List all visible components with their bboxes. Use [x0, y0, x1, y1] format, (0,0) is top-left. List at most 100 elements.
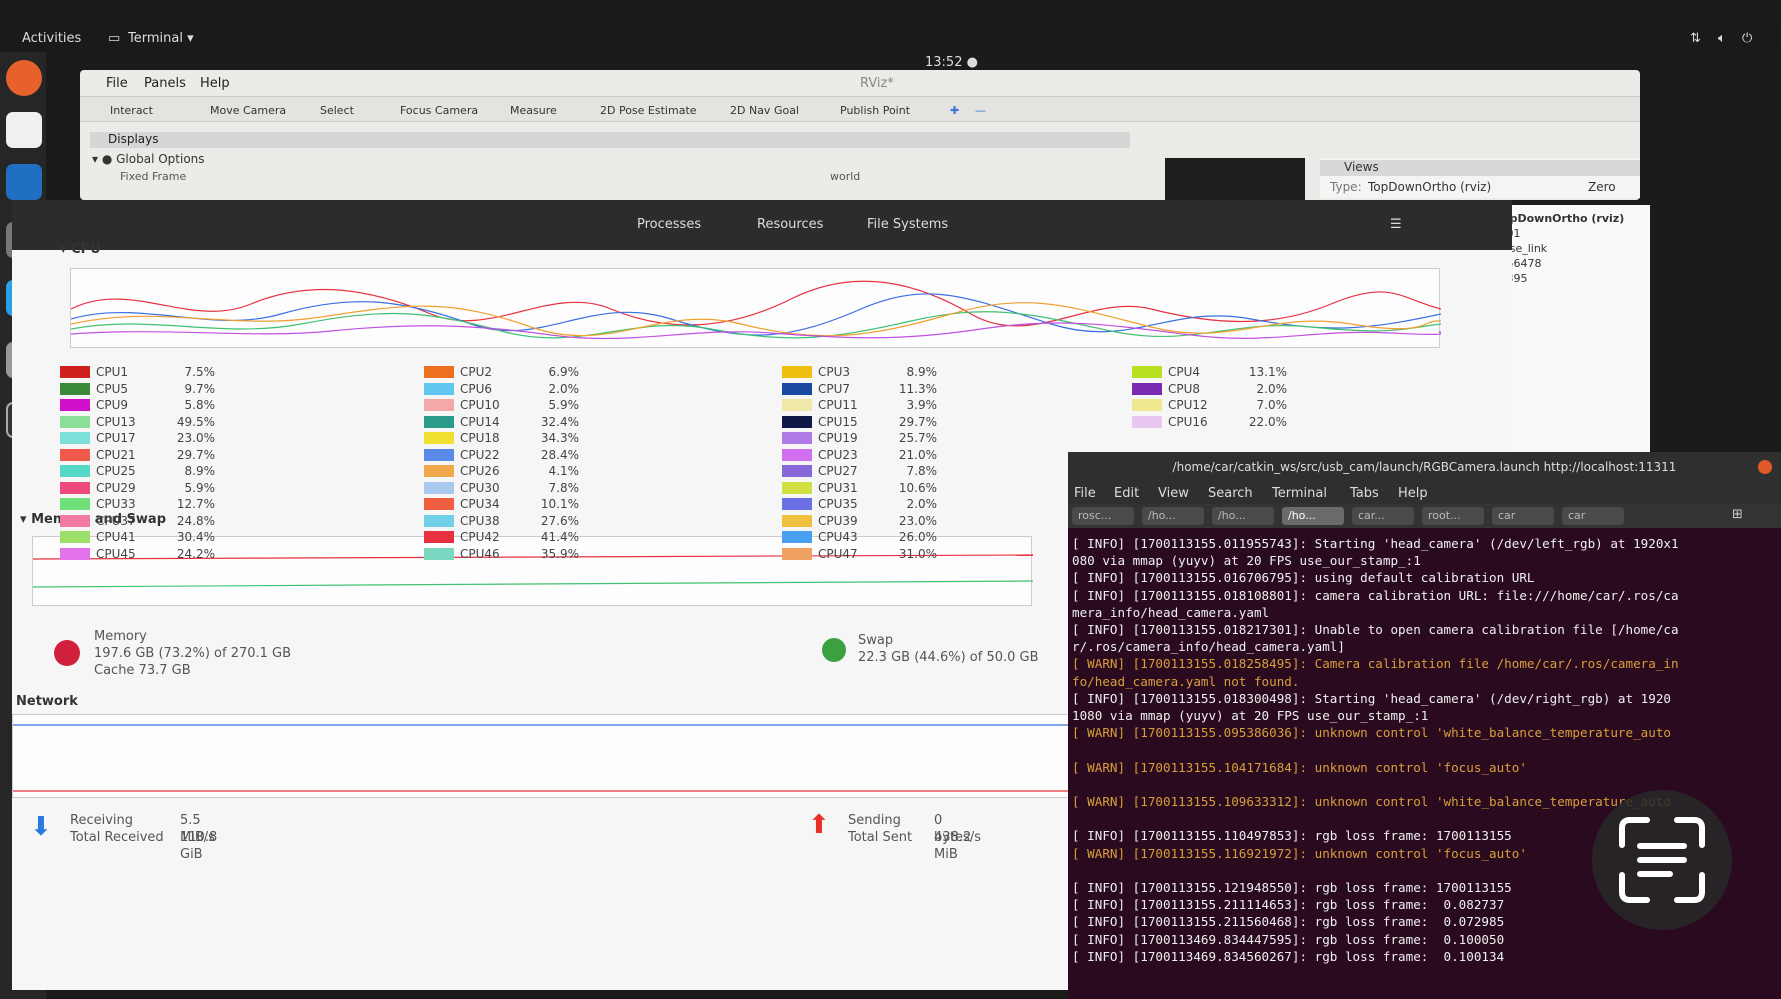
cpu-color-swatch[interactable]	[424, 399, 454, 411]
cpu-color-swatch[interactable]	[782, 547, 812, 560]
top-bar: Activities ▭ Terminal ▾ 13:52 ● ⇅ 🔈︎ ⏻	[0, 24, 1781, 70]
close-icon[interactable]	[1758, 460, 1772, 474]
terminal-tab[interactable]: rosc...	[1072, 507, 1134, 525]
cpu-color-swatch[interactable]	[424, 382, 454, 395]
term-menu-tabs[interactable]: Tabs	[1350, 486, 1379, 501]
terminal-tab[interactable]: car	[1562, 507, 1624, 525]
cpu-color-swatch[interactable]	[782, 415, 812, 428]
tool-interact[interactable]: Interact	[110, 104, 153, 117]
cpu-color-swatch[interactable]	[782, 531, 812, 543]
tool-move-camera[interactable]: Move Camera	[210, 104, 286, 117]
cpu-color-swatch[interactable]	[782, 382, 812, 395]
activities-button[interactable]: Activities	[22, 31, 81, 46]
network-section-title[interactable]: Network	[16, 694, 78, 709]
volume-icon[interactable]: 🔈︎	[1718, 31, 1726, 46]
cpu-color-swatch[interactable]	[60, 465, 90, 477]
tool-publish-point[interactable]: Publish Point	[840, 104, 910, 117]
new-tab-icon[interactable]: ⊞	[1732, 507, 1743, 522]
cpu-color-swatch[interactable]	[782, 465, 812, 477]
terminal-tab-active[interactable]: /ho...	[1282, 507, 1344, 525]
cpu-section-title[interactable]: ▾ CPU	[60, 242, 101, 257]
cpu-color-swatch[interactable]	[424, 547, 454, 560]
rviz-menu-file[interactable]: File	[106, 76, 128, 91]
cpu-usage: 5.8%	[184, 398, 216, 412]
cpu-color-swatch[interactable]	[60, 382, 90, 395]
cpu-color-swatch[interactable]	[60, 366, 90, 378]
cpu-color-swatch[interactable]	[782, 498, 812, 510]
tab-processes[interactable]: Processes	[637, 217, 701, 232]
cpu-color-swatch[interactable]	[424, 432, 454, 444]
cpu-color-swatch[interactable]	[60, 432, 90, 444]
cpu-color-swatch[interactable]	[60, 415, 90, 428]
cpu-color-swatch[interactable]	[782, 514, 812, 527]
cpu-color-swatch[interactable]	[424, 481, 454, 494]
cpu-color-swatch[interactable]	[424, 498, 454, 510]
tool-measure[interactable]: Measure	[510, 104, 557, 117]
rviz-menu-help[interactable]: Help	[200, 76, 230, 91]
cpu-usage: 7.8%	[548, 480, 580, 495]
swap-label: Swap	[858, 633, 894, 648]
cpu-line	[70, 302, 1442, 337]
app-menu[interactable]: Terminal ▾	[128, 31, 194, 46]
minus-icon[interactable]: —	[975, 104, 986, 117]
cpu-color-swatch[interactable]	[60, 547, 90, 560]
cpu-color-swatch[interactable]	[782, 481, 812, 494]
views-value: 0	[1496, 286, 1644, 301]
cpu-legend-item: CPU47 31.0%	[782, 547, 937, 562]
cpu-color-swatch[interactable]	[1132, 415, 1162, 428]
tab-resources[interactable]: Resources	[757, 217, 823, 232]
vscode-icon[interactable]	[6, 164, 42, 200]
tab-file-systems[interactable]: File Systems	[867, 217, 948, 232]
term-menu-file[interactable]: File	[1074, 486, 1096, 501]
cpu-color-swatch[interactable]	[782, 448, 812, 461]
global-options[interactable]: ▾ ● Global Options	[92, 152, 205, 166]
tool-focus-camera[interactable]: Focus Camera	[400, 104, 478, 117]
cpu-color-swatch[interactable]	[424, 465, 454, 477]
term-menu-search[interactable]: Search	[1208, 486, 1253, 501]
cpu-color-swatch[interactable]	[424, 514, 454, 527]
terminal-tab[interactable]: /ho...	[1212, 507, 1274, 525]
cpu-color-swatch[interactable]	[782, 399, 812, 411]
firefox-icon[interactable]	[6, 60, 42, 96]
cpu-color-swatch[interactable]	[782, 432, 812, 444]
cpu-color-swatch[interactable]	[60, 399, 90, 411]
cpu-color-swatch[interactable]	[60, 448, 90, 461]
hamburger-menu-icon[interactable]: ☰	[1390, 217, 1402, 232]
term-menu-view[interactable]: View	[1158, 486, 1189, 501]
terminal-tab[interactable]: root...	[1422, 507, 1484, 525]
network-icon[interactable]: ⇅	[1690, 31, 1701, 46]
term-menu-terminal[interactable]: Terminal	[1272, 486, 1327, 501]
rviz-menu-panels[interactable]: Panels	[144, 76, 186, 91]
text-scan-button[interactable]	[1592, 790, 1732, 930]
tool-2d-pose[interactable]: 2D Pose Estimate	[600, 104, 697, 117]
fixed-frame-value[interactable]: world	[830, 170, 860, 183]
tool-select[interactable]: Select	[320, 104, 354, 117]
cpu-color-swatch[interactable]	[60, 498, 90, 510]
terminal-tab[interactable]: car	[1492, 507, 1554, 525]
cpu-color-swatch[interactable]	[60, 531, 90, 543]
cpu-color-swatch[interactable]	[424, 531, 454, 543]
plus-icon[interactable]: ✚	[950, 104, 959, 117]
cpu-color-swatch[interactable]	[1132, 399, 1162, 411]
cpu-usage: 31.0%	[898, 546, 937, 561]
cpu-color-swatch[interactable]	[60, 514, 90, 527]
cpu-color-swatch[interactable]	[782, 366, 812, 378]
cpu-color-swatch[interactable]	[424, 366, 454, 378]
power-icon[interactable]: ⏻	[1742, 31, 1752, 46]
document-icon[interactable]	[6, 112, 42, 148]
terminal-tab[interactable]: /ho...	[1142, 507, 1204, 525]
cpu-color-swatch[interactable]	[424, 415, 454, 428]
term-menu-edit[interactable]: Edit	[1114, 486, 1139, 501]
views-type-select[interactable]: TopDownOrtho (rviz)	[1368, 180, 1491, 194]
cpu-usage: 7.8%	[906, 464, 938, 478]
tool-2d-nav-goal[interactable]: 2D Nav Goal	[730, 104, 799, 117]
clock[interactable]: 13:52 ●	[925, 55, 978, 70]
cpu-color-swatch[interactable]	[60, 481, 90, 494]
cpu-color-swatch[interactable]	[424, 448, 454, 461]
cpu-color-swatch[interactable]	[1132, 382, 1162, 395]
views-zero-button[interactable]: Zero	[1588, 180, 1616, 194]
terminal-tab[interactable]: car...	[1352, 507, 1414, 525]
cpu-history-graph	[70, 268, 1443, 348]
term-menu-help[interactable]: Help	[1398, 486, 1428, 501]
cpu-color-swatch[interactable]	[1132, 366, 1162, 378]
